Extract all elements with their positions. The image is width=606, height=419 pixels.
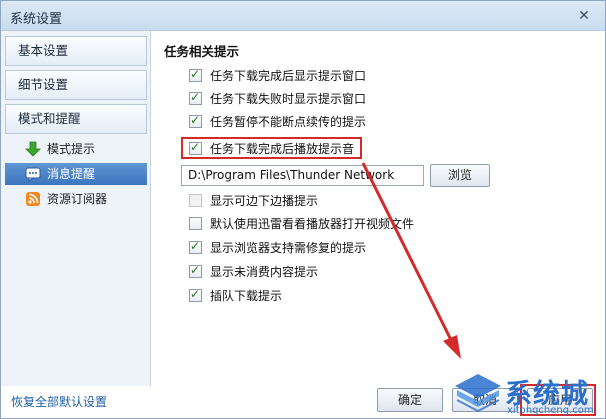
sidebar-item-label: 基本设置 <box>18 43 69 58</box>
option-row[interactable]: 插队下载提示 <box>189 287 282 303</box>
message-bubble-icon <box>25 167 41 182</box>
window-title: 系统设置 <box>10 12 63 27</box>
option-row[interactable]: 显示可边下边播提示 <box>189 192 318 208</box>
sidebar-item-basic-settings[interactable]: 基本设置 <box>5 36 147 66</box>
sidebar-item-mode-hint[interactable]: 模式提示 <box>5 138 147 160</box>
cancel-button[interactable]: 取消 <box>452 388 518 412</box>
annotation-arrow-line <box>361 162 454 343</box>
ok-button[interactable]: 确定 <box>377 388 443 412</box>
sound-file-path-value: D:\Program Files\Thunder Network <box>188 168 395 182</box>
sidebar-item-message-reminder[interactable]: 消息提醒 <box>5 163 147 185</box>
option-row[interactable]: 任务下载失败时显示提示窗口 <box>189 90 366 106</box>
option-checkbox[interactable] <box>189 193 202 207</box>
apply-button[interactable]: 应用 <box>527 388 593 412</box>
option-checkbox[interactable] <box>189 287 202 302</box>
sidebar-item-label: 模式和提醒 <box>18 111 81 126</box>
section-title: 任务相关提示 <box>164 44 240 59</box>
restore-defaults-link[interactable]: 恢复全部默认设置 <box>11 393 107 410</box>
option-checkbox[interactable] <box>189 67 202 82</box>
sidebar-item-label: 资源订阅器 <box>47 192 108 206</box>
option-label: 显示可边下边播提示 <box>210 193 319 208</box>
option-label: 任务下载失败时显示提示窗口 <box>210 91 367 106</box>
option-row[interactable]: 显示浏览器支持需修复的提示 <box>189 239 366 255</box>
annotation-arrowhead <box>443 335 461 359</box>
sidebar-item-resource-subscriber[interactable]: 资源订阅器 <box>5 188 147 210</box>
option-row[interactable]: 任务暂停不能断点续传的提示 <box>189 113 366 129</box>
option-checkbox[interactable] <box>189 263 202 278</box>
settings-window: 系统设置 ✕ 基本设置 细节设置 模式和提醒 模式提示 消息提醒 资源订阅器 恢… <box>0 0 606 419</box>
browse-button[interactable]: 浏览 <box>430 164 490 187</box>
sound-file-path-field[interactable]: D:\Program Files\Thunder Network <box>181 165 424 186</box>
option-checkbox[interactable] <box>189 113 202 128</box>
sidebar-item-mode-and-reminders[interactable]: 模式和提醒 <box>5 104 147 134</box>
option-checkbox[interactable] <box>189 239 202 254</box>
sidebar: 基本设置 细节设置 模式和提醒 模式提示 消息提醒 资源订阅器 <box>1 31 151 386</box>
option-row[interactable]: 任务下载完成后显示提示窗口 <box>189 67 366 83</box>
option-label: 显示浏览器支持需修复的提示 <box>210 240 367 255</box>
option-label: 任务下载完成后显示提示窗口 <box>210 68 367 83</box>
option-label: 插队下载提示 <box>210 288 283 303</box>
option-label: 显示未消费内容提示 <box>210 264 319 279</box>
option-row[interactable]: 默认使用迅雷看看播放器打开视频文件 <box>189 215 414 231</box>
option-checkbox[interactable] <box>189 216 202 230</box>
title-bar: 系统设置 ✕ <box>1 1 605 31</box>
option-label: 任务暂停不能断点续传的提示 <box>210 114 367 129</box>
highlight-annotation-box <box>181 137 362 159</box>
close-icon[interactable]: ✕ <box>575 7 593 25</box>
sidebar-item-label: 模式提示 <box>47 142 96 156</box>
rss-feed-icon <box>26 192 40 206</box>
option-checkbox[interactable] <box>189 90 202 105</box>
sidebar-item-detail-settings[interactable]: 细节设置 <box>5 70 147 100</box>
green-down-arrow-icon <box>25 141 41 157</box>
sidebar-item-label: 细节设置 <box>18 77 69 92</box>
option-label: 默认使用迅雷看看播放器打开视频文件 <box>210 216 415 231</box>
option-row[interactable]: 显示未消费内容提示 <box>189 263 318 279</box>
sidebar-item-label: 消息提醒 <box>47 167 96 181</box>
